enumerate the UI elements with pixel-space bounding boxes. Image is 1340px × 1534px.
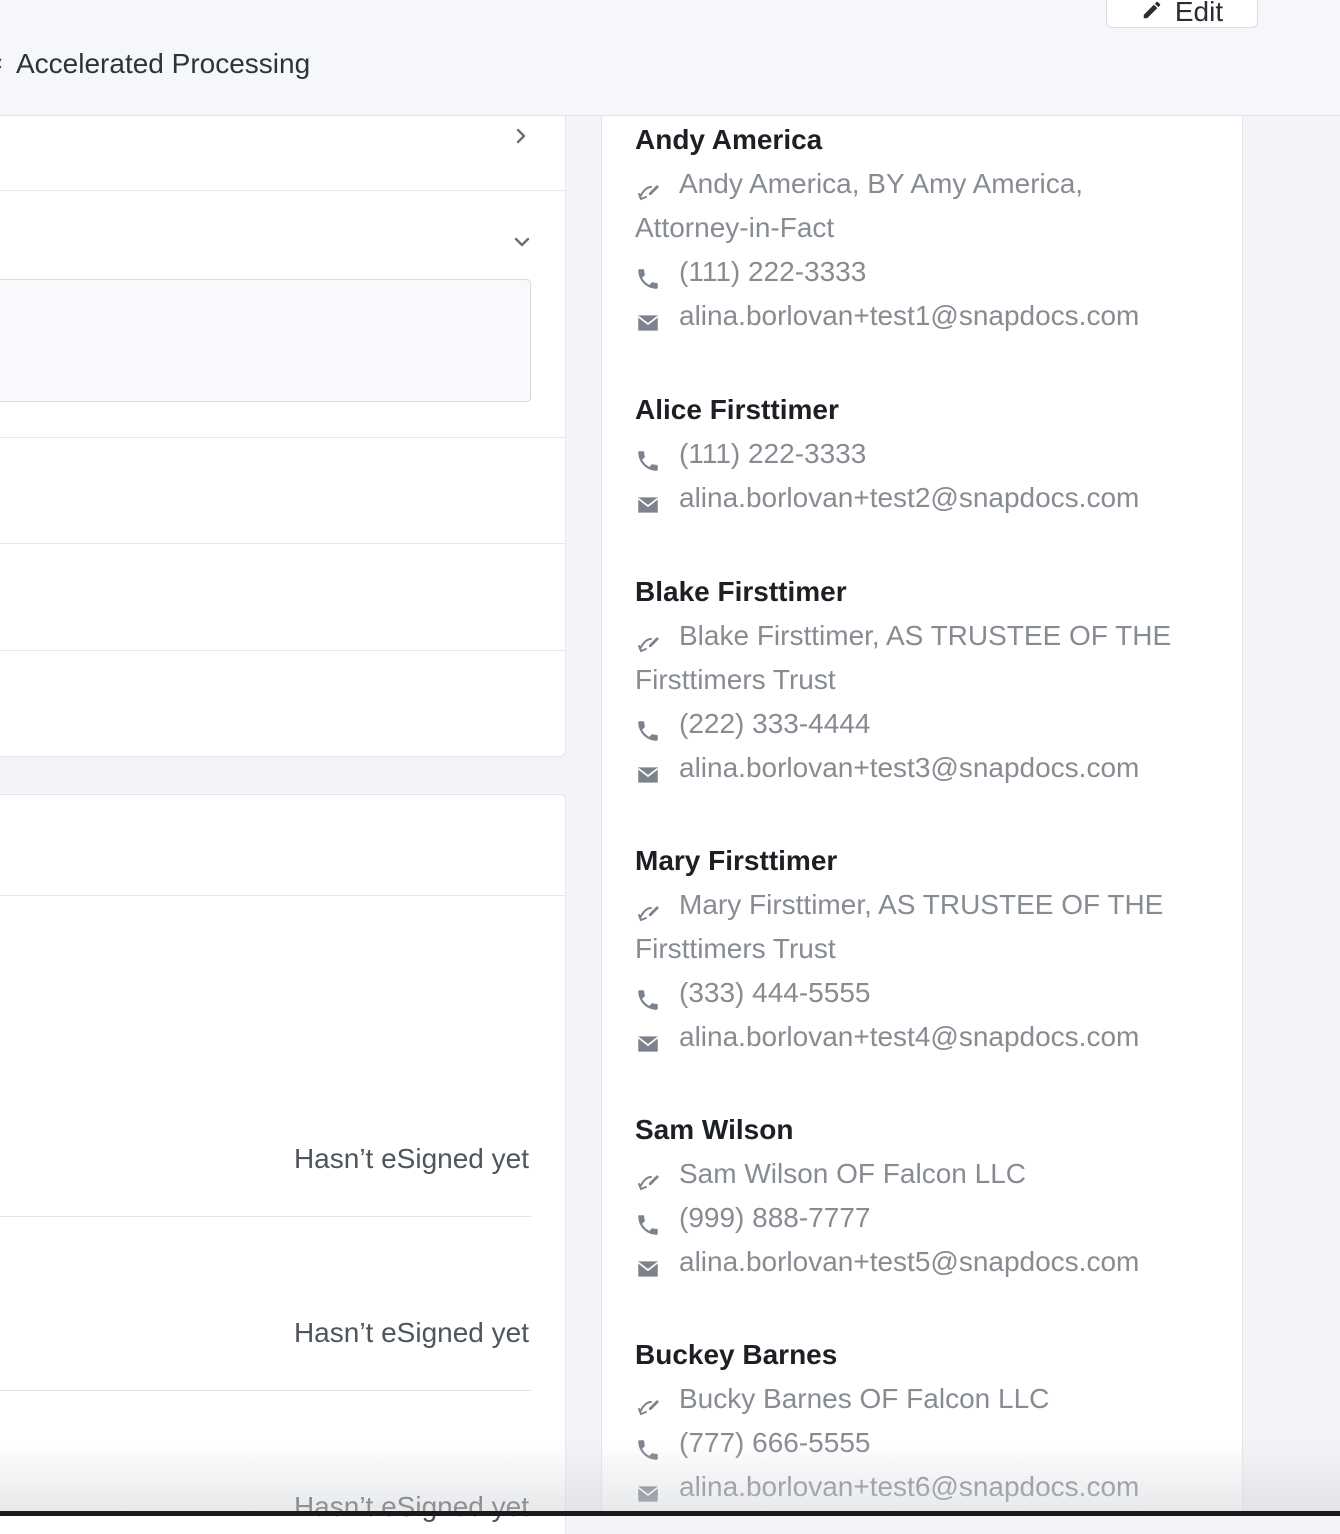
phone-icon: [635, 713, 661, 741]
signature-icon: [635, 625, 661, 653]
signer-email: alina.borlovan+test6@snapdocs.com: [635, 1465, 1195, 1509]
email-icon: [635, 1251, 661, 1277]
signer-signature: Sam Wilson OF Falcon LLC: [635, 1152, 1195, 1196]
email-icon: [635, 1026, 661, 1052]
signature-icon: [635, 1388, 661, 1416]
signer-phone: (222) 333-4444: [635, 702, 1195, 746]
row-divider: [0, 543, 566, 544]
esign-status-text: Hasn’t eSigned yet: [293, 1491, 529, 1522]
signer-phone: (999) 888-7777: [635, 1196, 1195, 1240]
notes-field[interactable]: [0, 279, 531, 402]
signer-signature: Andy America, BY Amy America, Attorney-i…: [635, 168, 1084, 243]
pencil-icon: [1141, 0, 1163, 28]
signer-phone: (111) 222-3333: [635, 432, 1195, 476]
esign-status-card: Hasn’t eSigned yet Hasn’t eSigned yet Ha…: [0, 794, 566, 1534]
order-details-card: [0, 116, 566, 757]
signer-item: Sam Wilson Sam Wilson OF Falcon LLC (999…: [635, 1114, 1195, 1284]
signer-item: Buckey Barnes Bucky Barnes OF Falcon LLC…: [635, 1339, 1195, 1509]
accelerated-processing-label: Accelerated Processing: [0, 48, 310, 80]
signer-item: Alice Firsttimer (111) 222-3333 alina.bo…: [635, 394, 1195, 520]
chevron-down-icon[interactable]: [512, 232, 532, 252]
signer-email: alina.borlovan+test3@snapdocs.com: [635, 746, 1195, 790]
esign-status-text: Hasn’t eSigned yet: [293, 1143, 529, 1174]
signer-signature: Blake Firsttimer, AS TRUSTEE OF THE Firs…: [635, 620, 1172, 695]
signer-name: Andy America: [635, 124, 823, 155]
signer-item: Mary Firsttimer Mary Firsttimer, AS TRUS…: [635, 845, 1195, 1059]
signer-email: alina.borlovan+test1@snapdocs.com: [635, 294, 1195, 338]
email-icon: [635, 487, 661, 513]
row-divider: [0, 190, 566, 191]
signer-signature: Mary Firsttimer, AS TRUSTEE OF THE First…: [635, 889, 1164, 964]
row-divider: [0, 1216, 531, 1217]
bottom-bar: [0, 1511, 1340, 1516]
signer-signature: Bucky Barnes OF Falcon LLC: [635, 1377, 1195, 1421]
signer-name: Blake Firsttimer: [635, 576, 847, 607]
chevron-right-icon[interactable]: [511, 126, 531, 146]
signer-name: Sam Wilson: [635, 1114, 794, 1145]
esign-status-text: Hasn’t eSigned yet: [293, 1317, 529, 1348]
signer-phone: (111) 222-3333: [635, 250, 1195, 294]
edit-button[interactable]: Edit: [1106, 0, 1258, 28]
accelerated-processing-text: Accelerated Processing: [16, 48, 311, 79]
phone-icon: [635, 982, 661, 1010]
signers-panel: Andy America Andy America, BY Amy Americ…: [601, 116, 1243, 1516]
phone-icon: [635, 443, 661, 471]
signer-email: alina.borlovan+test4@snapdocs.com: [635, 1015, 1195, 1059]
edit-button-label: Edit: [1174, 0, 1224, 27]
email-icon: [635, 1476, 661, 1502]
signature-icon: [635, 894, 661, 922]
signer-name: Mary Firsttimer: [635, 845, 838, 876]
email-icon: [635, 757, 661, 783]
email-icon: [635, 305, 661, 331]
signer-name: Alice Firsttimer: [635, 394, 839, 425]
row-divider: [0, 1390, 531, 1391]
signer-email: alina.borlovan+test2@snapdocs.com: [635, 476, 1195, 520]
signer-phone: (777) 666-5555: [635, 1421, 1195, 1465]
signer-name: Buckey Barnes: [635, 1339, 838, 1370]
phone-icon: [635, 1432, 661, 1460]
signer-email: alina.borlovan+test5@snapdocs.com: [635, 1240, 1195, 1284]
page-header: Edit Accelerated Processing: [0, 0, 1340, 116]
phone-icon: [635, 261, 661, 289]
phone-icon: [635, 1207, 661, 1235]
bolt-icon: [0, 54, 8, 74]
signature-icon: [635, 173, 661, 201]
row-divider: [0, 895, 566, 896]
signer-phone: (333) 444-5555: [635, 971, 1195, 1015]
signer-item: Andy America Andy America, BY Amy Americ…: [635, 124, 1195, 338]
row-divider: [0, 650, 566, 651]
row-divider: [0, 437, 566, 438]
signer-item: Blake Firsttimer Blake Firsttimer, AS TR…: [635, 576, 1195, 790]
signature-icon: [635, 1163, 661, 1191]
